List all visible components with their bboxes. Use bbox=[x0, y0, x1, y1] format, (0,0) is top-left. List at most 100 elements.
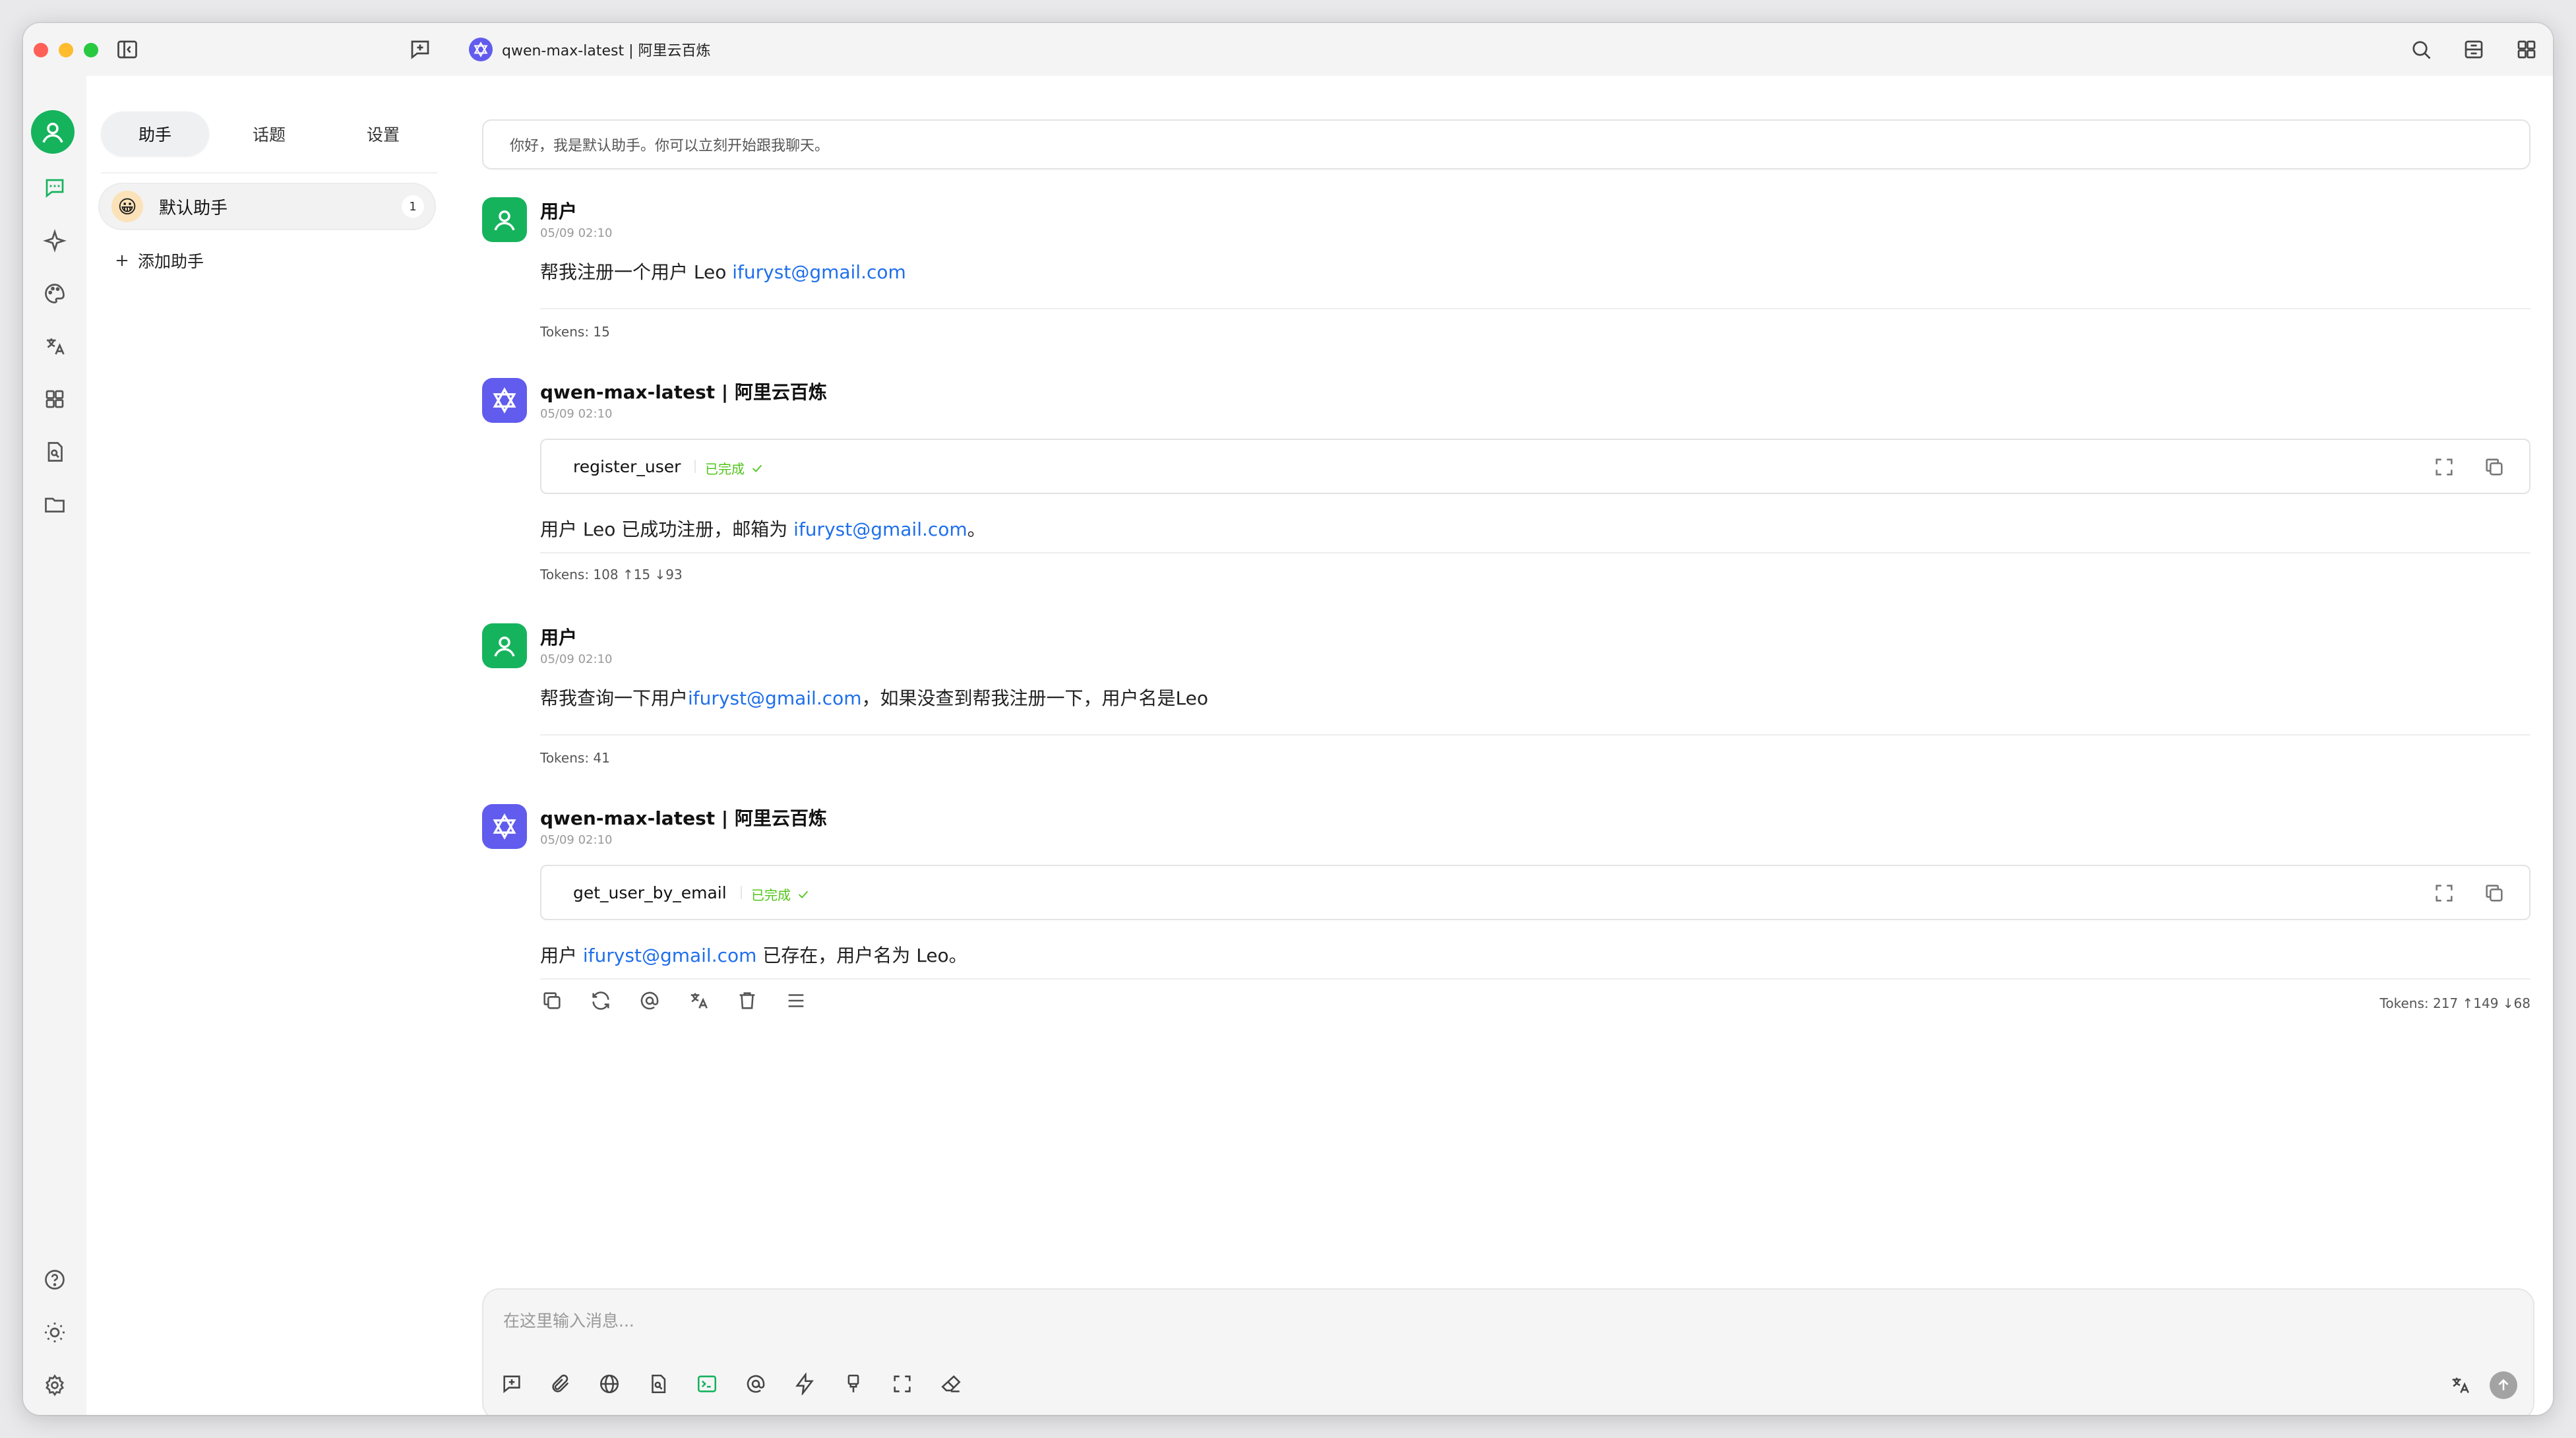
email-link[interactable]: ifuryst@gmail.com bbox=[732, 261, 906, 283]
user-avatar-icon bbox=[482, 623, 527, 668]
translate-input-icon[interactable] bbox=[2447, 1373, 2472, 1398]
tool-status-text: 已完成 bbox=[705, 461, 745, 477]
clear-brush-icon[interactable] bbox=[841, 1371, 866, 1396]
email-link[interactable]: ifuryst@gmail.com bbox=[793, 518, 967, 540]
message-author: 用户 bbox=[540, 627, 578, 648]
close-window-button[interactable] bbox=[34, 43, 48, 57]
tool-name: get_user_by_email bbox=[573, 883, 727, 902]
email-link[interactable]: ifuryst@gmail.com bbox=[688, 687, 862, 709]
chat-area: 你好，我是默认助手。你可以立刻开始跟我聊天。 用户 05/09 02:10 帮我… bbox=[449, 76, 2553, 1415]
input-toolbar bbox=[499, 1371, 964, 1396]
sparkle-agents-icon[interactable] bbox=[42, 228, 68, 254]
file-search-icon[interactable] bbox=[42, 439, 68, 465]
message-author: qwen-max-latest | 阿里云百炼 bbox=[540, 807, 827, 829]
message-text-prefix: 帮我注册一个用户 Leo bbox=[540, 261, 733, 283]
eraser-icon[interactable] bbox=[938, 1371, 964, 1396]
message-divider bbox=[540, 308, 2530, 309]
sidebar-tabs: 助手 话题 设置 bbox=[101, 111, 437, 156]
icon-rail bbox=[23, 76, 86, 1415]
message-time: 05/09 02:10 bbox=[540, 407, 613, 421]
new-topic-icon[interactable] bbox=[499, 1371, 524, 1396]
theme-sun-icon[interactable] bbox=[42, 1319, 68, 1346]
assistant-prompt-text: 你好，我是默认助手。你可以立刻开始跟我聊天。 bbox=[510, 138, 830, 154]
new-topic-icon[interactable] bbox=[408, 38, 432, 61]
web-search-globe-icon[interactable] bbox=[597, 1371, 622, 1396]
assistant-item-default[interactable]: 😀 默认助手 1 bbox=[98, 183, 436, 230]
send-button[interactable] bbox=[2490, 1371, 2517, 1399]
tool-status: 已完成 bbox=[694, 458, 764, 478]
title-bar: qwen-max-latest | 阿里云百炼 bbox=[23, 23, 2553, 77]
check-icon bbox=[798, 891, 809, 898]
attachment-icon[interactable] bbox=[548, 1371, 573, 1396]
translate-message-icon[interactable] bbox=[687, 989, 710, 1013]
search-icon[interactable] bbox=[2409, 38, 2433, 61]
layout-toggle-icon[interactable] bbox=[2462, 38, 2486, 61]
message-input-placeholder[interactable]: 在这里输入消息... bbox=[503, 1308, 634, 1332]
minimize-window-button[interactable] bbox=[59, 43, 73, 57]
knowledge-file-icon[interactable] bbox=[646, 1371, 671, 1396]
tool-status: 已完成 bbox=[741, 885, 811, 904]
input-right-actions bbox=[2447, 1371, 2517, 1399]
message-text-prefix: 用户 Leo 已成功注册，邮箱为 bbox=[540, 518, 794, 540]
message-time: 05/09 02:10 bbox=[540, 652, 613, 666]
add-assistant-button[interactable]: 添加助手 bbox=[113, 247, 204, 274]
settings-gear-icon[interactable] bbox=[42, 1372, 68, 1398]
assistant-sidebar: 助手 话题 设置 😀 默认助手 1 添加助手 bbox=[86, 76, 450, 1415]
add-assistant-label: 添加助手 bbox=[138, 252, 204, 271]
arrow-up-icon bbox=[2498, 1379, 2509, 1391]
tab-settings[interactable]: 设置 bbox=[329, 111, 437, 156]
maximize-window-button[interactable] bbox=[84, 43, 98, 57]
message-text-suffix: 已存在，用户名为 Leo。 bbox=[756, 945, 967, 966]
expand-icon[interactable] bbox=[2433, 456, 2455, 478]
message-tokens: Tokens: 108 ↑15 ↓93 bbox=[540, 567, 683, 582]
message-assistant-2: qwen-max-latest | 阿里云百炼 05/09 02:10 get_… bbox=[482, 804, 2530, 1028]
copy-icon[interactable] bbox=[2483, 456, 2505, 478]
email-link[interactable]: ifuryst@gmail.com bbox=[583, 945, 757, 966]
tool-call-card[interactable]: register_user 已完成 bbox=[540, 439, 2530, 494]
message-assistant-1: qwen-max-latest | 阿里云百炼 05/09 02:10 regi… bbox=[482, 378, 2530, 596]
message-user-2: 用户 05/09 02:10 帮我查询一下用户ifuryst@gmail.com… bbox=[482, 623, 2530, 788]
message-text: 帮我查询一下用户ifuryst@gmail.com，如果没查到帮我注册一下，用户… bbox=[540, 684, 1208, 710]
copy-icon[interactable] bbox=[2483, 882, 2505, 904]
message-text-prefix: 帮我查询一下用户 bbox=[540, 687, 689, 709]
mention-icon[interactable] bbox=[638, 989, 661, 1013]
message-divider bbox=[540, 978, 2530, 980]
assistant-prompt-box[interactable]: 你好，我是默认助手。你可以立刻开始跟我聊天。 bbox=[482, 119, 2530, 170]
palette-icon[interactable] bbox=[42, 280, 68, 307]
message-divider bbox=[540, 552, 2530, 553]
fullscreen-icon[interactable] bbox=[890, 1371, 915, 1396]
tool-call-card[interactable]: get_user_by_email 已完成 bbox=[540, 865, 2530, 920]
qwen-logo-icon bbox=[469, 38, 493, 61]
mcp-terminal-icon[interactable] bbox=[694, 1371, 720, 1396]
regenerate-icon[interactable] bbox=[589, 989, 613, 1013]
more-menu-icon[interactable] bbox=[784, 989, 808, 1013]
message-input-box[interactable]: 在这里输入消息... bbox=[482, 1288, 2534, 1415]
message-author: qwen-max-latest | 阿里云百炼 bbox=[540, 381, 827, 403]
message-user-1: 用户 05/09 02:10 帮我注册一个用户 Leo ifuryst@gmai… bbox=[482, 197, 2530, 362]
app-window: qwen-max-latest | 阿里云百炼 助手 话题 设置 😀 默认助手 … bbox=[23, 23, 2553, 1415]
toggle-sidebar-icon[interactable] bbox=[115, 38, 139, 61]
help-icon[interactable] bbox=[42, 1266, 68, 1293]
message-action-bar bbox=[540, 989, 808, 1015]
quick-phrase-lightning-icon[interactable] bbox=[792, 1371, 817, 1396]
chat-icon[interactable] bbox=[42, 175, 68, 201]
message-time: 05/09 02:10 bbox=[540, 226, 613, 240]
folder-icon[interactable] bbox=[42, 491, 68, 518]
apps-grid-icon[interactable] bbox=[2515, 38, 2538, 61]
sidebar-divider bbox=[101, 172, 437, 173]
tab-assistants[interactable]: 助手 bbox=[101, 111, 209, 156]
translate-icon[interactable] bbox=[42, 333, 68, 360]
delete-icon[interactable] bbox=[735, 989, 759, 1013]
tab-topics[interactable]: 话题 bbox=[215, 111, 323, 156]
window-title: qwen-max-latest | 阿里云百炼 bbox=[469, 35, 711, 64]
assistant-topic-count-badge: 1 bbox=[402, 195, 424, 218]
apps-icon[interactable] bbox=[42, 386, 68, 412]
check-icon bbox=[752, 464, 762, 472]
window-title-text: qwen-max-latest | 阿里云百炼 bbox=[502, 43, 711, 59]
copy-message-icon[interactable] bbox=[540, 989, 564, 1013]
message-text: 用户 Leo 已成功注册，邮箱为 ifuryst@gmail.com。 bbox=[540, 515, 986, 542]
user-avatar[interactable] bbox=[31, 110, 75, 154]
expand-icon[interactable] bbox=[2433, 882, 2455, 904]
assistant-name: 默认助手 bbox=[159, 198, 228, 218]
mention-model-icon[interactable] bbox=[743, 1371, 768, 1396]
